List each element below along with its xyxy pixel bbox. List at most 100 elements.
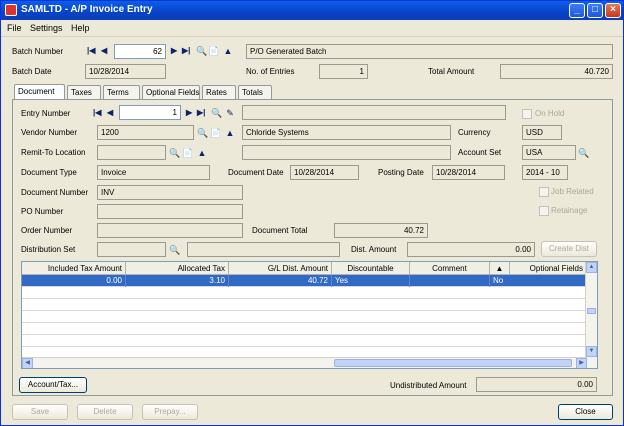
vendor-finder-icon[interactable]: 🔍	[197, 128, 208, 138]
next-entry-icon[interactable]: ▶	[186, 108, 192, 117]
invoice-entry-window: SAMLTD - A/P Invoice Entry _ □ × File Se…	[0, 0, 624, 426]
menu-bar: File Settings Help	[1, 20, 623, 37]
table-row-empty[interactable]	[22, 287, 587, 299]
total-amount-label: Total Amount	[428, 67, 475, 76]
cell-gl-dist-amount[interactable]: 40.72	[229, 275, 332, 287]
table-row[interactable]: 0.00 3.10 40.72 Yes No	[22, 275, 587, 287]
scroll-up-icon[interactable]: ▲	[586, 262, 597, 273]
vscroll-thumb[interactable]	[587, 308, 596, 314]
close-window-button[interactable]: ×	[605, 3, 621, 18]
remit-finder-icon[interactable]: 🔍	[169, 148, 180, 158]
create-dist-button[interactable]: Create Dist	[541, 241, 597, 257]
tab-optional-fields[interactable]: Optional Fields	[142, 85, 200, 99]
col-discountable[interactable]: Discountable	[332, 262, 410, 275]
remit-new-icon[interactable]: 📄	[182, 148, 193, 158]
prev-entry-icon[interactable]: ◀	[107, 108, 113, 117]
entries-label: No. of Entries	[246, 67, 295, 76]
first-entry-icon[interactable]: |◀	[93, 108, 101, 117]
minimize-button[interactable]: _	[569, 3, 585, 18]
document-total-field[interactable]: 40.72	[334, 223, 428, 238]
vendor-zoom-icon[interactable]: ▲	[225, 128, 235, 138]
po-number-field[interactable]	[97, 204, 243, 219]
fiscal-period-field[interactable]: 2014 - 10	[522, 165, 568, 180]
table-row-empty[interactable]	[22, 311, 587, 323]
entry-number-field[interactable]: 1	[119, 105, 181, 120]
vendor-number-field[interactable]: 1200	[97, 125, 194, 140]
col-gl-dist-amount[interactable]: G/L Dist. Amount	[229, 262, 332, 275]
account-set-finder-icon[interactable]: 🔍	[578, 148, 589, 158]
hscroll-thumb[interactable]	[334, 359, 572, 367]
grid-vertical-scrollbar[interactable]: ▲ ▼	[585, 262, 597, 368]
document-date-label: Document Date	[228, 168, 284, 177]
dist-amount-label: Dist. Amount	[351, 245, 397, 254]
first-batch-icon[interactable]: |◀	[87, 46, 95, 55]
document-number-field[interactable]: INV	[97, 185, 243, 200]
table-row-empty[interactable]	[22, 299, 587, 311]
entry-description-field[interactable]	[242, 105, 506, 120]
col-allocated-tax[interactable]: Allocated Tax	[126, 262, 229, 275]
batch-number-field[interactable]: 62	[114, 44, 166, 59]
close-button[interactable]: Close	[558, 404, 613, 420]
menu-file[interactable]: File	[7, 23, 22, 33]
table-row-empty[interactable]	[22, 323, 587, 335]
last-batch-icon[interactable]: ▶|	[182, 46, 190, 55]
account-set-field[interactable]: USA	[522, 145, 576, 160]
remit-to-field[interactable]	[97, 145, 166, 160]
scroll-down-icon[interactable]: ▼	[586, 346, 597, 357]
document-total-label: Document Total	[252, 226, 308, 235]
delete-button[interactable]: Delete	[77, 404, 133, 420]
cell-comment[interactable]	[410, 275, 490, 287]
cell-discountable[interactable]: Yes	[332, 275, 410, 287]
posting-date-field[interactable]: 10/28/2014	[432, 165, 505, 180]
window-title: SAMLTD - A/P Invoice Entry	[21, 4, 153, 15]
tab-totals[interactable]: Totals	[238, 85, 272, 99]
finder-icon[interactable]: 🔍	[196, 46, 207, 56]
last-entry-icon[interactable]: ▶|	[197, 108, 205, 117]
currency-field: USD	[522, 125, 562, 140]
vendor-new-icon[interactable]: 📄	[210, 128, 221, 138]
on-hold-checkbox[interactable]	[522, 109, 532, 119]
scroll-right-icon[interactable]: ▶	[576, 358, 587, 368]
undistributed-amount-label: Undistributed Amount	[390, 381, 467, 390]
retainage-checkbox[interactable]	[539, 206, 549, 216]
cell-included-tax[interactable]: 0.00	[22, 275, 126, 287]
next-batch-icon[interactable]: ▶	[171, 46, 177, 55]
cell-optional-fields[interactable]: No	[490, 275, 587, 287]
distribution-set-desc-field	[187, 242, 340, 257]
cell-allocated-tax[interactable]: 3.10	[126, 275, 229, 287]
distribution-set-field[interactable]	[97, 242, 166, 257]
col-included-tax[interactable]: Included Tax Amount	[22, 262, 126, 275]
app-icon	[5, 4, 17, 16]
new-document-icon[interactable]: 📄	[208, 46, 219, 56]
distribution-set-finder-icon[interactable]: 🔍	[169, 245, 180, 255]
col-sort-icon[interactable]: ▲	[490, 262, 510, 275]
col-optional-fields[interactable]: Optional Fields	[510, 262, 587, 275]
maximize-button[interactable]: □	[587, 3, 603, 18]
save-button[interactable]: Save	[12, 404, 68, 420]
entry-note-icon[interactable]: ✎	[225, 108, 235, 118]
grid-horizontal-scrollbar[interactable]: ◀ ▶	[22, 357, 587, 368]
zoom-up-icon[interactable]: ▲	[223, 46, 233, 56]
vendor-number-label: Vendor Number	[21, 128, 78, 137]
remit-name-field	[242, 145, 451, 160]
on-hold-label: On Hold	[535, 109, 565, 118]
order-number-field[interactable]	[97, 223, 243, 238]
scroll-left-icon[interactable]: ◀	[22, 358, 33, 368]
tab-rates[interactable]: Rates	[202, 85, 236, 99]
tab-taxes[interactable]: Taxes	[67, 85, 101, 99]
menu-help[interactable]: Help	[71, 23, 90, 33]
tab-document[interactable]: Document	[14, 84, 65, 99]
tab-terms[interactable]: Terms	[103, 85, 140, 99]
prev-batch-icon[interactable]: ◀	[101, 46, 107, 55]
menu-settings[interactable]: Settings	[30, 23, 63, 33]
entry-finder-icon[interactable]: 🔍	[211, 108, 222, 118]
job-related-checkbox[interactable]	[539, 187, 549, 197]
document-type-select[interactable]: Invoice	[97, 165, 210, 180]
document-date-field[interactable]: 10/28/2014	[290, 165, 359, 180]
account-tax-button[interactable]: Account/Tax...	[19, 377, 87, 393]
table-row-empty[interactable]	[22, 335, 587, 347]
dist-amount-field: 0.00	[407, 242, 535, 257]
col-comment[interactable]: Comment	[410, 262, 490, 275]
remit-zoom-icon[interactable]: ▲	[197, 148, 207, 158]
prepay-button[interactable]: Prepay...	[142, 404, 198, 420]
